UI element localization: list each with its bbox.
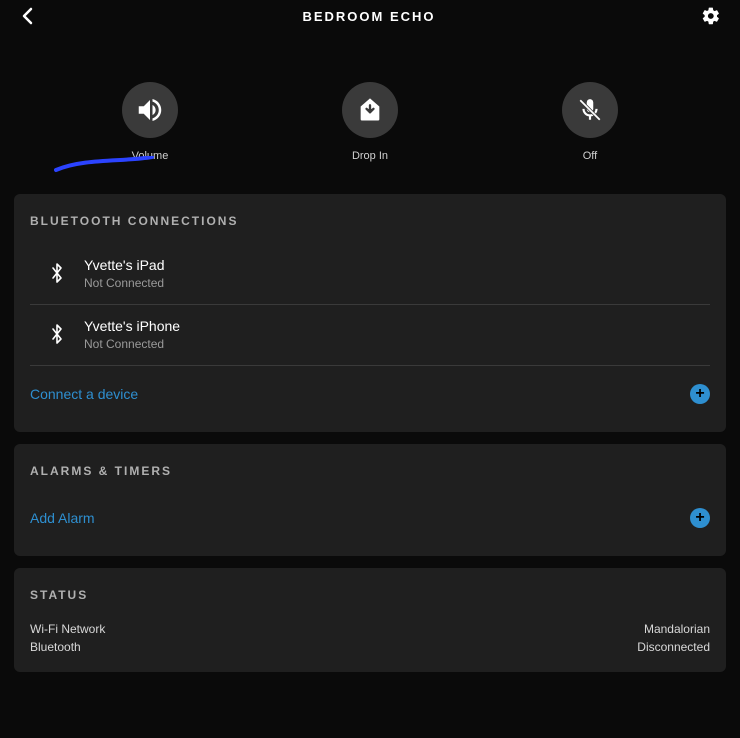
bluetooth-device-row[interactable]: Yvette's iPhone Not Connected — [30, 305, 710, 366]
bluetooth-device-text: Yvette's iPhone Not Connected — [84, 317, 180, 351]
dropin-icon — [356, 96, 384, 124]
alarms-heading: ALARMS & TIMERS — [14, 444, 726, 494]
bluetooth-icon — [46, 260, 68, 286]
volume-icon — [135, 95, 165, 125]
gear-icon — [701, 6, 721, 26]
dropin-icon-circle — [342, 82, 398, 138]
bluetooth-device-text: Yvette's iPad Not Connected — [84, 256, 165, 290]
off-label: Off — [583, 150, 597, 162]
status-heading: STATUS — [14, 568, 726, 618]
back-button[interactable] — [18, 6, 38, 26]
dropin-action[interactable]: Drop In — [300, 82, 440, 162]
plus-icon: + — [690, 508, 710, 528]
page-title: BEDROOM ECHO — [302, 9, 435, 24]
bluetooth-icon — [46, 321, 68, 347]
mic-off-icon — [577, 97, 603, 123]
add-alarm-label: Add Alarm — [30, 510, 95, 526]
bluetooth-card: BLUETOOTH CONNECTIONS Yvette's iPad Not … — [14, 194, 726, 432]
dropin-label: Drop In — [352, 150, 388, 162]
connect-device-link[interactable]: Connect a device + — [14, 366, 726, 432]
connect-device-label: Connect a device — [30, 386, 138, 402]
bluetooth-heading: BLUETOOTH CONNECTIONS — [14, 194, 726, 244]
chevron-left-icon — [21, 7, 35, 25]
status-bluetooth-row: Bluetooth Disconnected — [14, 638, 726, 656]
status-bluetooth-label: Bluetooth — [30, 640, 81, 654]
bluetooth-device-status: Not Connected — [84, 276, 165, 290]
status-wifi-value: Mandalorian — [644, 622, 710, 636]
volume-label: Volume — [132, 150, 169, 162]
header: BEDROOM ECHO — [0, 0, 740, 32]
status-bluetooth-value: Disconnected — [637, 640, 710, 654]
actions-row: Volume Drop In Off — [0, 32, 740, 182]
volume-action[interactable]: Volume — [80, 82, 220, 162]
status-wifi-row: Wi-Fi Network Mandalorian — [14, 620, 726, 638]
add-alarm-link[interactable]: Add Alarm + — [14, 494, 726, 556]
alarms-card: ALARMS & TIMERS Add Alarm + — [14, 444, 726, 556]
status-wifi-label: Wi-Fi Network — [30, 622, 105, 636]
off-icon-circle — [562, 82, 618, 138]
plus-icon: + — [690, 384, 710, 404]
bluetooth-device-status: Not Connected — [84, 337, 180, 351]
bluetooth-device-name: Yvette's iPad — [84, 256, 165, 274]
bluetooth-device-row[interactable]: Yvette's iPad Not Connected — [30, 244, 710, 305]
status-card: STATUS Wi-Fi Network Mandalorian Bluetoo… — [14, 568, 726, 672]
off-action[interactable]: Off — [520, 82, 660, 162]
settings-button[interactable] — [700, 5, 722, 27]
volume-icon-circle — [122, 82, 178, 138]
bluetooth-device-name: Yvette's iPhone — [84, 317, 180, 335]
